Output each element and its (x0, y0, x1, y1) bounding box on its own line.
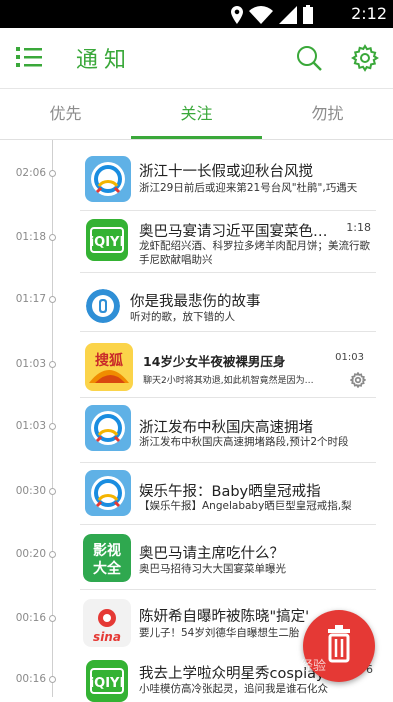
search-icon (297, 46, 322, 71)
qq-browser-app-icon (85, 470, 131, 516)
notification-item[interactable]: 00:20 影视 大全 奥巴马请主席吃什么？ 奥巴马招待习大大国宴菜单曝光 (0, 524, 393, 588)
notification-time: 02:06 (15, 167, 46, 179)
notification-body: 聊天2小时将其劝退,如此机智竟然是因为… (143, 376, 314, 386)
notification-title: 你是我最悲伤的故事 (130, 294, 261, 310)
svg-text:大全: 大全 (93, 560, 122, 577)
gear-icon (351, 44, 379, 72)
timeline-dot (49, 551, 56, 558)
timeline-dot (49, 488, 56, 495)
watermark: 经验 (300, 659, 327, 674)
svg-text:sina: sina (93, 630, 121, 644)
notification-time: 01:03 (15, 358, 46, 370)
timeline-dot (49, 170, 56, 177)
notification-item[interactable]: 01:18 iQIYI 奥巴马宴请习近平国宴菜色… 1:18 龙虾配绍兴酒、科罗… (0, 210, 393, 274)
notification-settings-button[interactable] (349, 371, 367, 389)
notification-item[interactable]: 02:06 浙江十一长假或迎秋台风搅 浙江29日前后或迎来第21号台风"杜鹃",… (0, 148, 393, 212)
settings-button[interactable] (351, 44, 379, 72)
svg-text:iQIYI: iQIYI (90, 676, 125, 691)
location-icon (231, 5, 243, 24)
notification-body: 龙虾配绍兴酒、科罗拉多烤羊肉配月饼；美流行歌手尼欧献唱助兴 (139, 240, 370, 266)
notification-time: 00:20 (15, 548, 46, 560)
notification-time: 01:18 (15, 231, 46, 243)
notification-body: 浙江发布中秋国庆高速拥堵路段,预计2个时段 (139, 436, 349, 448)
page-title: 通知 (76, 48, 133, 73)
notification-time: 01:03 (15, 420, 46, 432)
notification-title: 娱乐午报：Baby晒皇冠戒指 (139, 484, 321, 500)
search-button[interactable] (296, 45, 322, 71)
tab-following[interactable]: 关注 (131, 89, 262, 139)
svg-text:搜狐: 搜狐 (95, 352, 123, 369)
gear-icon (349, 371, 367, 389)
yingshi-daquan-app-icon: 影视 大全 (83, 534, 131, 582)
tabs-divider (0, 139, 393, 140)
iqiyi-app-icon: iQIYI (86, 660, 128, 702)
status-time: 2:12 (351, 4, 387, 23)
timeline-dot (49, 615, 56, 622)
notification-right-time: 1:18 (346, 221, 371, 234)
status-icons (231, 5, 313, 24)
app-header: 通知 (0, 28, 393, 89)
notification-time: 00:16 (15, 612, 46, 624)
timeline-dot (49, 296, 56, 303)
menu-button[interactable] (16, 46, 42, 68)
qq-browser-app-icon (85, 405, 131, 451)
notification-title: 浙江十一长假或迎秋台风搅 (139, 164, 313, 180)
music-app-icon (86, 289, 120, 323)
notification-item[interactable]: 01:17 你是我最悲伤的故事 听对的歌，放下错的人 (0, 272, 393, 336)
timeline-dot (49, 676, 56, 683)
notification-time: 00:16 (15, 673, 46, 685)
notification-title: 陈妍希自曝昨被陈晓"搞定" (139, 609, 309, 625)
timeline-dot (49, 423, 56, 430)
notification-item[interactable]: 00:30 娱乐午报：Baby晒皇冠戒指 【娱乐午报】Angelababy晒巨型… (0, 462, 393, 526)
notification-right-time: 01:03 (335, 352, 364, 363)
tab-do-not-disturb[interactable]: 勿扰 (262, 89, 393, 139)
sohu-app-icon: 搜狐 (85, 343, 133, 391)
notification-title: 14岁少女半夜被裸男压身 (143, 354, 286, 369)
notification-body: 听对的歌，放下错的人 (130, 311, 235, 323)
iqiyi-app-icon: iQIYI (86, 219, 128, 261)
notification-body: 奥巴马招待习大大国宴菜单曝光 (139, 563, 286, 575)
svg-text:影视: 影视 (93, 542, 121, 559)
list-menu-icon (16, 47, 42, 67)
timeline-dot (49, 361, 56, 368)
notification-title: 奥巴马宴请习近平国宴菜色… (139, 224, 328, 240)
notification-item[interactable]: 01:03 浙江发布中秋国庆高速拥堵 浙江发布中秋国庆高速拥堵路段,预计2个时段 (0, 397, 393, 461)
qq-browser-app-icon (85, 156, 131, 202)
tab-bar: 优先 关注 勿扰 (0, 89, 393, 139)
wifi-icon (249, 5, 273, 24)
notification-title: 浙江发布中秋国庆高速拥堵 (139, 420, 313, 436)
signal-icon (279, 5, 297, 24)
sina-weibo-app-icon: sina (83, 599, 131, 647)
status-bar: 2:12 (0, 0, 393, 28)
notification-body: 浙江29日前后或迎来第21号台风"杜鹃",巧遇天 (139, 182, 358, 194)
svg-text:iQIYI: iQIYI (90, 235, 125, 250)
notification-body: 要儿子！54岁刘德华自曝想生二胎 (139, 627, 300, 639)
battery-icon (303, 5, 313, 24)
tab-priority[interactable]: 优先 (0, 89, 131, 139)
notification-body: 小哇模仿高冷张起灵，追问我是谁石化众 (139, 683, 328, 695)
notification-time: 01:17 (15, 293, 46, 305)
notification-time: 00:30 (15, 485, 46, 497)
timeline-dot (49, 234, 56, 241)
notification-item[interactable]: 01:03 搜狐 14岁少女半夜被裸男压身 01:03 聊天2小时将其劝退,如此… (0, 331, 393, 407)
notification-body: 【娱乐午报】Angelababy晒巨型皇冠戒指,梨 (139, 500, 352, 512)
notification-title: 奥巴马请主席吃什么？ (139, 546, 284, 562)
